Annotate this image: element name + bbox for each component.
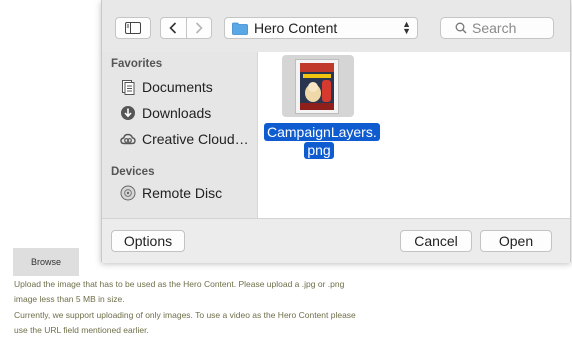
dialog-button-bar: Options Cancel Open: [102, 218, 570, 263]
options-button[interactable]: Options: [111, 230, 185, 252]
search-field[interactable]: Search: [440, 17, 554, 39]
search-placeholder: Search: [472, 20, 517, 36]
dialog-toolbar: Hero Content ▲ ▼ Search: [102, 0, 570, 53]
help-text-line-3: Currently, we support uploading of only …: [14, 310, 356, 320]
file-name-line1: CampaignLayers.: [264, 123, 380, 141]
sidebar-item-downloads[interactable]: Downloads: [120, 103, 211, 123]
file-open-dialog: Hero Content ▲ ▼ Search Favorites Documen…: [101, 0, 571, 263]
browse-button[interactable]: Browse: [13, 248, 79, 276]
downloads-icon: [121, 106, 135, 120]
sidebar-item-label: Documents: [142, 79, 213, 95]
sidebar-item-label: Remote Disc: [142, 185, 223, 201]
back-forward-group: [160, 17, 212, 39]
file-name[interactable]: CampaignLayers. png: [264, 123, 380, 160]
open-button[interactable]: Open: [480, 230, 552, 252]
help-text-line-4: use the URL field mentioned earlier.: [14, 325, 149, 335]
documents-icon: [122, 80, 135, 95]
folder-icon: [232, 22, 248, 35]
sidebar-item-documents[interactable]: Documents: [120, 77, 213, 97]
creative-cloud-icon: [120, 133, 136, 145]
image-preview-icon: [300, 63, 334, 110]
help-text-line-1: Upload the image that has to be used as …: [14, 279, 345, 289]
file-name-line2: png: [304, 142, 334, 159]
forward-button[interactable]: [185, 18, 212, 38]
sidebar-item-creative-cloud[interactable]: Creative Cloud…: [120, 129, 249, 149]
sidebar-item-label: Downloads: [142, 105, 212, 121]
devices-heading: Devices: [111, 166, 155, 178]
popup-arrows-icon: ▲ ▼: [402, 19, 411, 36]
sidebar-item-remote-disc[interactable]: Remote Disc: [120, 183, 222, 203]
file-browser: CampaignLayers. png: [258, 52, 570, 218]
chevron-left-icon: [169, 22, 177, 34]
sidebar-toggle-button[interactable]: [115, 17, 151, 39]
location-label: Hero Content: [254, 20, 338, 36]
sidebar-item-label: Creative Cloud…: [142, 131, 249, 147]
sidebar-icon: [125, 22, 141, 34]
file-thumbnail[interactable]: [295, 59, 339, 114]
favorites-heading: Favorites: [111, 58, 163, 70]
help-text-line-2: image less than 5 MB in size.: [14, 294, 125, 304]
search-icon: [455, 22, 467, 34]
chevron-right-icon: [195, 22, 203, 34]
location-popup[interactable]: Hero Content ▲ ▼: [224, 17, 418, 39]
cancel-button[interactable]: Cancel: [400, 230, 472, 252]
disc-icon: [120, 185, 136, 201]
back-button[interactable]: [161, 18, 186, 38]
sidebar: Favorites Documents Downloads Creative C…: [102, 52, 258, 218]
